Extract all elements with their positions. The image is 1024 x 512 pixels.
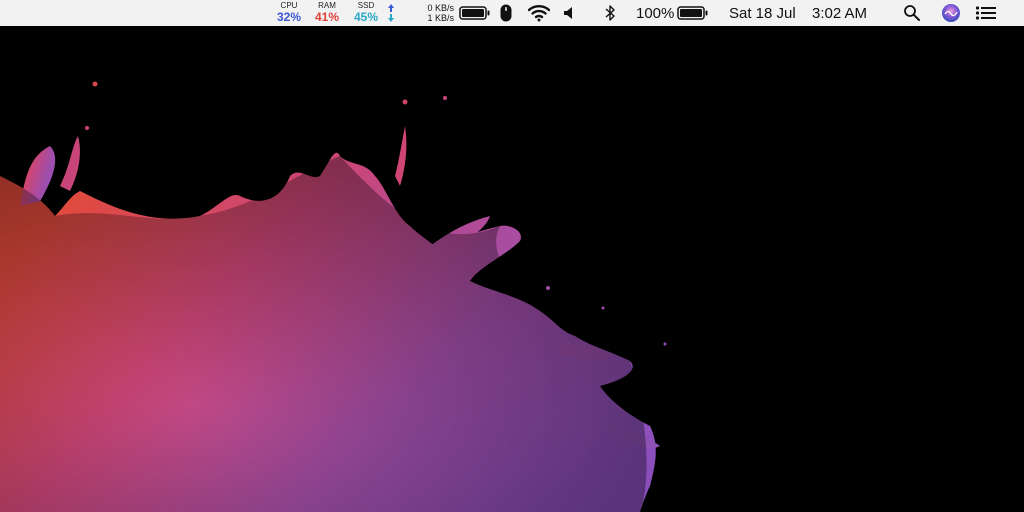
notification-center-icon[interactable]	[975, 0, 997, 26]
menu-bar: CPU 32% RAM 41% SSD 45% 0 KB/s 1 KB/s 10…	[0, 0, 1024, 26]
ram-value: 41%	[314, 10, 340, 24]
ram-label: RAM	[318, 1, 336, 10]
network-speed[interactable]: 0 KB/s 1 KB/s	[410, 3, 454, 23]
cpu-label: CPU	[280, 1, 298, 10]
ssd-value: 45%	[353, 10, 379, 24]
ram-stat[interactable]: RAM 41%	[312, 1, 342, 24]
ssd-label: SSD	[357, 1, 375, 10]
menubar-date[interactable]: Sat 18 Jul	[729, 0, 796, 26]
volume-icon[interactable]	[563, 0, 575, 26]
cpu-stat[interactable]: CPU 32%	[274, 1, 304, 24]
battery-icon[interactable]	[459, 0, 491, 26]
mouse-icon[interactable]	[499, 0, 513, 26]
ssd-stat[interactable]: SSD 45%	[350, 1, 382, 24]
siri-icon[interactable]	[941, 0, 961, 26]
battery-percent[interactable]: 100%	[636, 0, 674, 26]
search-icon[interactable]	[903, 0, 921, 26]
net-download: 1 KB/s	[427, 13, 454, 23]
up-down-arrows-icon[interactable]	[386, 0, 396, 26]
desktop-wallpaper	[0, 26, 1024, 512]
bluetooth-icon[interactable]	[604, 0, 616, 26]
menubar-time[interactable]: 3:02 AM	[812, 0, 867, 26]
wifi-icon[interactable]	[528, 0, 550, 26]
battery-icon[interactable]	[677, 0, 709, 26]
net-upload: 0 KB/s	[427, 3, 454, 13]
cpu-value: 32%	[276, 10, 302, 24]
